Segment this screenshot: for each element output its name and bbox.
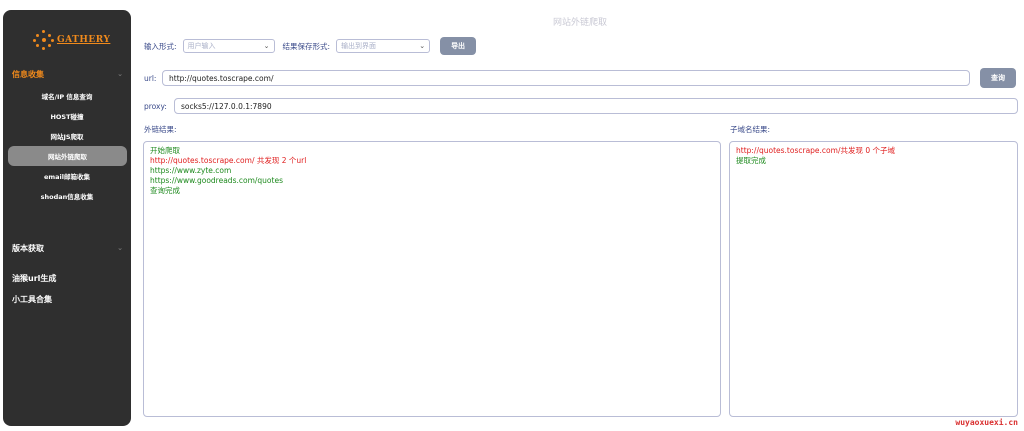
watermark: wuyaoxuexi.cn <box>955 418 1018 427</box>
outlink-result-label: 外链结果: <box>144 125 177 134</box>
input-mode-label: 输入形式: <box>144 41 177 51</box>
result-line: https://www.goodreads.com/quotes <box>150 176 283 185</box>
menu-group-info-collect: 信息收集 ⌄ 域名/IP 信息查询 HOST碰撞 网站JS爬取 网站外链爬取 e… <box>3 66 131 206</box>
logo-icon <box>33 29 55 51</box>
chevron-down-icon: ⌄ <box>263 42 270 50</box>
export-button[interactable]: 导出 <box>440 37 477 55</box>
proxy-label: proxy: <box>144 102 167 111</box>
menu-title-label: 信息收集 <box>12 69 44 79</box>
save-mode-value: 输出到界面 <box>341 42 377 50</box>
save-mode-label: 结果保存形式: <box>282 41 331 51</box>
sidebar-item-js-crawl[interactable]: 网站JS爬取 <box>3 126 131 146</box>
result-line: http://quotes.toscrape.com/ 共发现 2 个url <box>150 156 307 165</box>
sidebar-item-domain-ip[interactable]: 域名/IP 信息查询 <box>3 86 131 106</box>
options-row: 输入形式: 用户输入 ⌄ 结果保存形式: 输出到界面 ⌄ 导出 <box>144 37 477 55</box>
subdomain-result-box[interactable]: http://quotes.toscrape.com/共发现 0 个子域 提取完… <box>729 141 1018 417</box>
result-line: 查询完成 <box>150 186 180 195</box>
sidebar: GATHERY 信息收集 ⌄ 域名/IP 信息查询 HOST碰撞 网站JS爬取 … <box>3 10 131 426</box>
result-line: http://quotes.toscrape.com/共发现 0 个子域 <box>736 146 896 155</box>
chevron-down-icon: ⌄ <box>117 70 123 78</box>
subdomain-result-label: 子域名结果: <box>730 125 771 134</box>
menu-group-tools: 小工具合集 <box>3 291 131 307</box>
menu-title-label: 版本获取 <box>12 243 44 253</box>
sidebar-item-shodan[interactable]: shodan信息收集 <box>3 186 131 206</box>
sidebar-item-email-collect[interactable]: email邮箱收集 <box>3 166 131 186</box>
menu-title-tampermonkey[interactable]: 油猴url生成 <box>3 270 131 286</box>
input-mode-value: 用户输入 <box>187 42 216 50</box>
logo: GATHERY <box>33 26 113 54</box>
page-title: 网站外链爬取 <box>552 18 607 28</box>
menu-title-info-collect[interactable]: 信息收集 ⌄ <box>3 66 131 82</box>
query-button[interactable]: 查询 <box>980 68 1016 88</box>
result-line: 提取完成 <box>736 156 766 165</box>
proxy-input[interactable]: socks5://127.0.0.1:7890 <box>174 98 1018 114</box>
url-input[interactable]: http://quotes.toscrape.com/ <box>162 70 970 86</box>
chevron-down-icon: ⌄ <box>419 42 426 50</box>
menu-group-tampermonkey: 油猴url生成 <box>3 270 131 286</box>
menu-title-version[interactable]: 版本获取 ⌄ <box>3 240 131 256</box>
sidebar-item-host-collision[interactable]: HOST碰撞 <box>3 106 131 126</box>
save-mode-select[interactable]: 输出到界面 ⌄ <box>336 39 431 53</box>
sidebar-item-outlink-crawl[interactable]: 网站外链爬取 <box>8 146 127 166</box>
url-label: url: <box>144 74 157 83</box>
result-line: 开始爬取 <box>150 146 180 155</box>
input-mode-select[interactable]: 用户输入 ⌄ <box>182 39 275 53</box>
menu-title-tools[interactable]: 小工具合集 <box>3 291 131 307</box>
outlink-result-box[interactable]: 开始爬取 http://quotes.toscrape.com/ 共发现 2 个… <box>143 141 721 417</box>
logo-text: GATHERY <box>57 35 111 45</box>
result-line: https://www.zyte.com <box>150 166 232 175</box>
menu-group-version: 版本获取 ⌄ <box>3 240 131 256</box>
chevron-down-icon: ⌄ <box>117 244 123 252</box>
